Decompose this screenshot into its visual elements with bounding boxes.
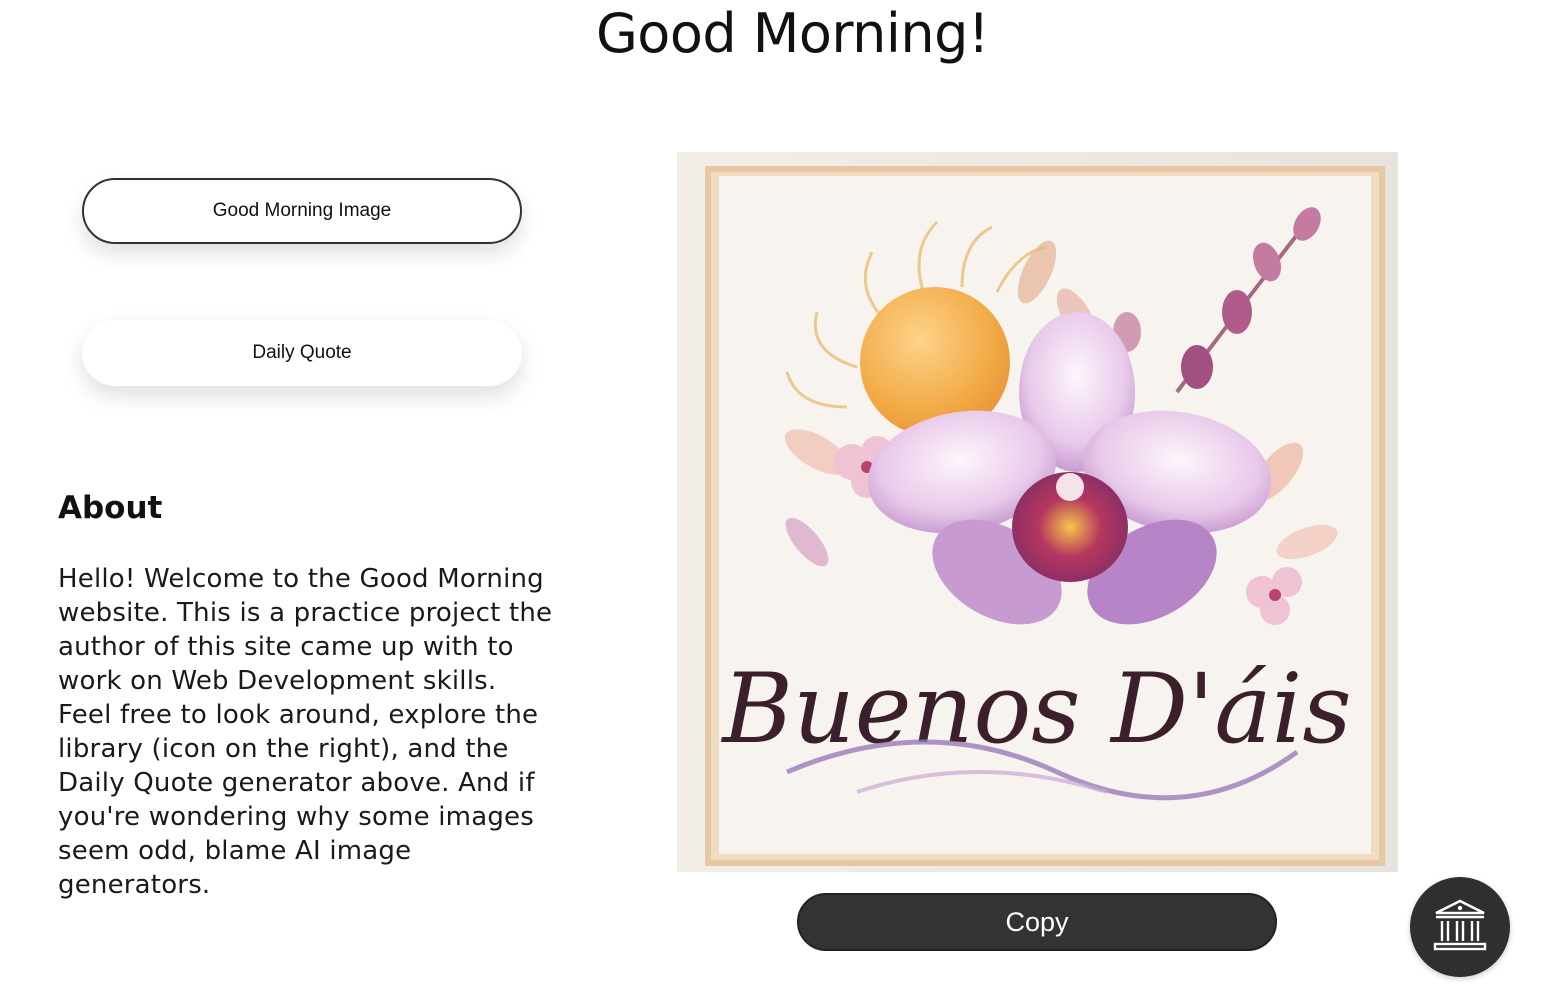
copy-button[interactable]: Copy [797, 893, 1277, 951]
daily-quote-button[interactable]: Daily Quote [82, 320, 522, 386]
page-title: Good Morning! [595, 2, 990, 65]
about-heading: About [58, 490, 163, 526]
good-morning-image: Buenos D'áis [677, 152, 1398, 872]
about-text: Hello! Welcome to the Good Morning websi… [58, 564, 553, 900]
good-morning-image-button[interactable]: Good Morning Image [82, 178, 522, 244]
bank-building-icon [1431, 896, 1489, 958]
buenos-dias-artwork-text: Buenos D'áis [720, 653, 1351, 765]
library-button[interactable] [1410, 877, 1510, 977]
